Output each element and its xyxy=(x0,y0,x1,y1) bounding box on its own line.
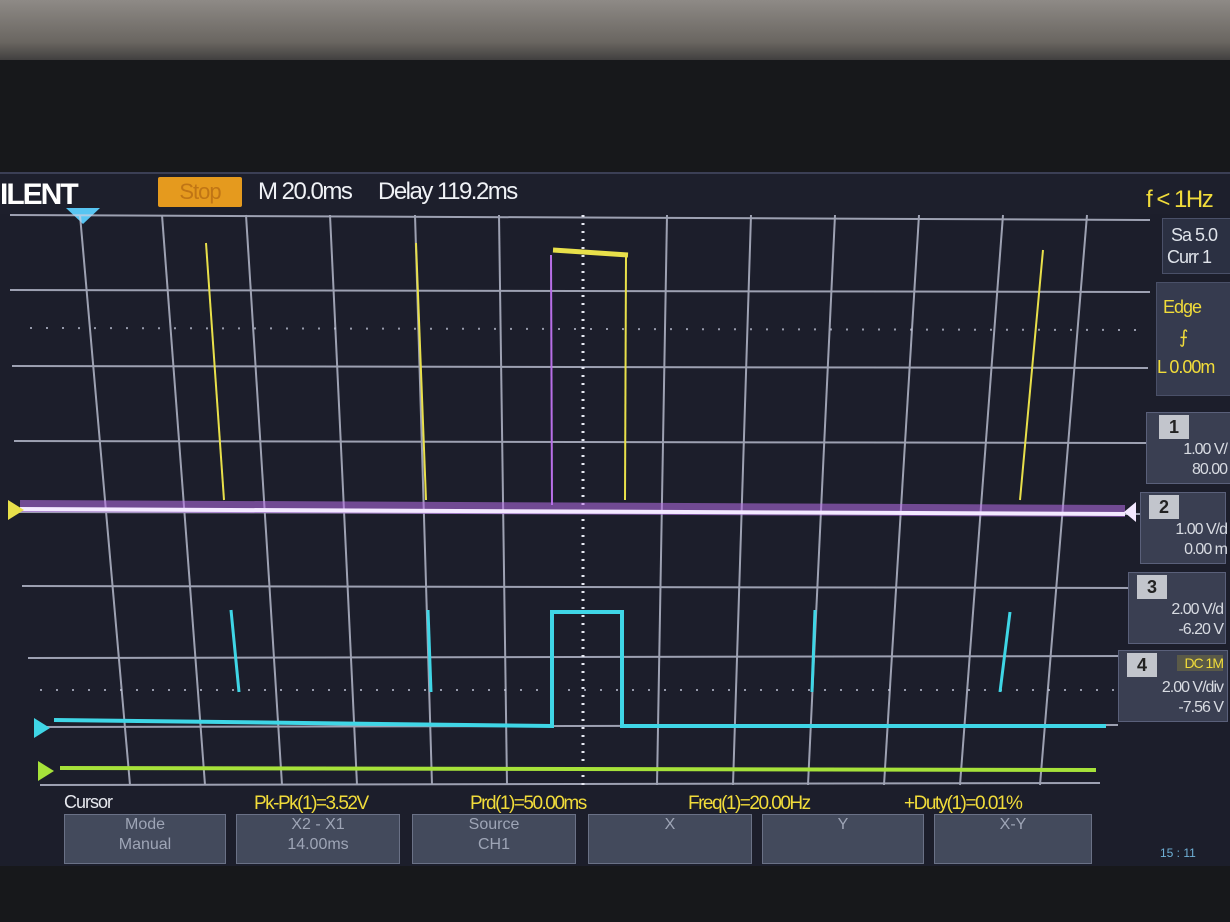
trigger-panel[interactable]: Edge ⨍ L 0.00m xyxy=(1156,282,1230,396)
channel-markers[interactable] xyxy=(8,500,1136,781)
measure-frequency: Freq(1)=20.00Hz xyxy=(688,793,811,814)
trigger-level: L 0.00m xyxy=(1157,357,1215,377)
trigger-slope-icon: ⨍ xyxy=(1179,327,1188,347)
softkey-y[interactable]: Y xyxy=(762,814,924,864)
channel-4-number: 4 xyxy=(1127,653,1157,677)
channel-3-number: 3 xyxy=(1137,575,1167,599)
grid-lines xyxy=(9,214,1151,786)
channel-4-coupling: DC 1M xyxy=(1177,655,1224,671)
softkey-x-label: X xyxy=(664,816,676,833)
measure-duty: +Duty(1)=0.01% xyxy=(904,793,1023,814)
channel-2-offset: 0.00 m xyxy=(1184,541,1228,558)
acquisition-panel[interactable]: Sa 5.0 Curr 1 xyxy=(1162,218,1230,274)
softkey-x-y[interactable]: X-Y xyxy=(934,814,1092,864)
channel-3-panel[interactable]: 3 2.00 V/d -6.20 V xyxy=(1128,572,1226,644)
softkey-source-value: CH1 xyxy=(477,836,510,853)
softkey-mode-value: Manual xyxy=(118,836,172,853)
waveform-display xyxy=(8,214,1151,786)
clock: 15 : 11 xyxy=(1160,846,1196,860)
softkey-x-y-label: X-Y xyxy=(999,816,1027,833)
trigger-type: Edge xyxy=(1163,297,1202,317)
softkey-x[interactable]: X xyxy=(588,814,752,864)
softkey-x2-x1-value: 14.00ms xyxy=(287,836,349,853)
softkey-mode[interactable]: Mode Manual xyxy=(64,814,226,864)
channel-1-offset: 80.00 xyxy=(1191,461,1228,478)
memory-depth: Curr 1 xyxy=(1167,247,1212,267)
channel-2-number: 2 xyxy=(1149,495,1179,519)
ch2-trace xyxy=(19,254,1126,517)
channel-4-scale: 2.00 V/div xyxy=(1161,679,1224,696)
channel-3-scale: 2.00 V/d xyxy=(1171,601,1224,618)
channel-1-scale: 1.00 V/ xyxy=(1183,441,1228,458)
ch1-trace xyxy=(205,242,1044,501)
measure-pkpk: Pk-Pk(1)=3.52V xyxy=(254,793,369,814)
softkey-mode-label: Mode xyxy=(124,816,166,833)
menu-title: Cursor xyxy=(64,792,113,812)
channel-2-panel[interactable]: 2 1.00 V/d 0.00 m xyxy=(1140,492,1228,564)
measure-period: Prd(1)=50.00ms xyxy=(470,793,587,814)
softkey-source[interactable]: Source CH1 xyxy=(412,814,576,864)
channel-1-panel[interactable]: 1 1.00 V/ 80.00 xyxy=(1146,412,1230,484)
softkey-x2-x1-label: X2 - X1 xyxy=(291,816,345,833)
softkey-y-label: Y xyxy=(837,816,849,833)
channel-1-number: 1 xyxy=(1159,415,1189,439)
sample-rate: Sa 5.0 xyxy=(1171,225,1218,245)
ch3-trace xyxy=(53,609,1106,729)
channel-3-offset: -6.20 V xyxy=(1178,621,1224,638)
channel-4-panel[interactable]: 4 DC 1M 2.00 V/div -7.56 V xyxy=(1118,650,1228,722)
channel-2-scale: 1.00 V/d xyxy=(1175,521,1228,538)
softkey-source-label: Source xyxy=(468,816,520,833)
ch4-trace xyxy=(59,766,1097,772)
channel-4-offset: -7.56 V xyxy=(1178,699,1224,716)
softkey-x2-x1[interactable]: X2 - X1 14.00ms xyxy=(236,814,400,864)
